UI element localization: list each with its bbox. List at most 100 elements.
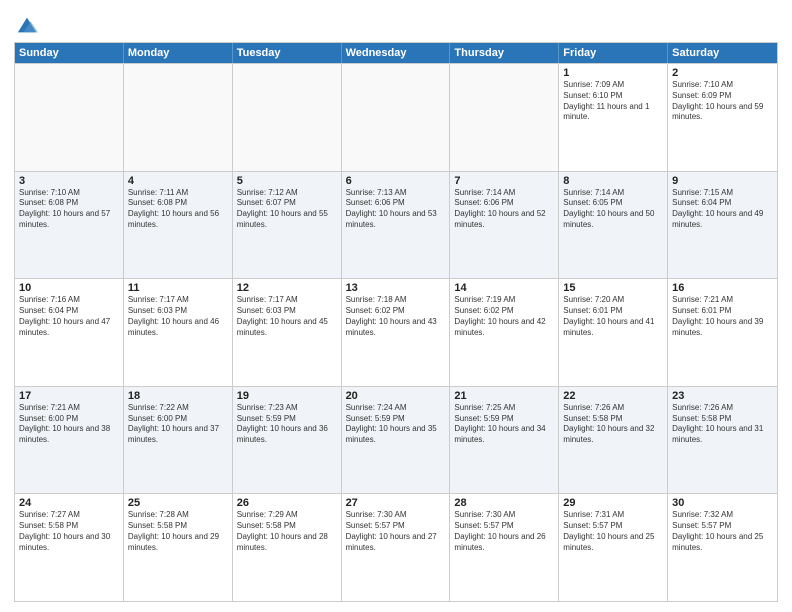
day-cell-1: 1Sunrise: 7:09 AM Sunset: 6:10 PM Daylig… xyxy=(559,64,668,171)
day-number-5: 5 xyxy=(237,175,337,187)
header xyxy=(14,10,778,36)
empty-cell-r0c4 xyxy=(450,64,559,171)
day-number-18: 18 xyxy=(128,390,228,402)
weekday-header-friday: Friday xyxy=(559,43,668,63)
day-number-20: 20 xyxy=(346,390,446,402)
day-info-19: Sunrise: 7:23 AM Sunset: 5:59 PM Dayligh… xyxy=(237,403,337,446)
day-info-1: Sunrise: 7:09 AM Sunset: 6:10 PM Dayligh… xyxy=(563,80,663,123)
day-cell-12: 12Sunrise: 7:17 AM Sunset: 6:03 PM Dayli… xyxy=(233,279,342,386)
day-info-18: Sunrise: 7:22 AM Sunset: 6:00 PM Dayligh… xyxy=(128,403,228,446)
day-cell-10: 10Sunrise: 7:16 AM Sunset: 6:04 PM Dayli… xyxy=(15,279,124,386)
day-info-15: Sunrise: 7:20 AM Sunset: 6:01 PM Dayligh… xyxy=(563,295,663,338)
day-number-9: 9 xyxy=(672,175,773,187)
day-cell-17: 17Sunrise: 7:21 AM Sunset: 6:00 PM Dayli… xyxy=(15,387,124,494)
day-number-7: 7 xyxy=(454,175,554,187)
day-info-7: Sunrise: 7:14 AM Sunset: 6:06 PM Dayligh… xyxy=(454,188,554,231)
day-info-4: Sunrise: 7:11 AM Sunset: 6:08 PM Dayligh… xyxy=(128,188,228,231)
day-info-25: Sunrise: 7:28 AM Sunset: 5:58 PM Dayligh… xyxy=(128,510,228,553)
calendar-header: SundayMondayTuesdayWednesdayThursdayFrid… xyxy=(15,43,777,63)
day-cell-6: 6Sunrise: 7:13 AM Sunset: 6:06 PM Daylig… xyxy=(342,172,451,279)
day-number-28: 28 xyxy=(454,497,554,509)
day-info-13: Sunrise: 7:18 AM Sunset: 6:02 PM Dayligh… xyxy=(346,295,446,338)
day-cell-20: 20Sunrise: 7:24 AM Sunset: 5:59 PM Dayli… xyxy=(342,387,451,494)
day-cell-5: 5Sunrise: 7:12 AM Sunset: 6:07 PM Daylig… xyxy=(233,172,342,279)
day-info-12: Sunrise: 7:17 AM Sunset: 6:03 PM Dayligh… xyxy=(237,295,337,338)
day-cell-13: 13Sunrise: 7:18 AM Sunset: 6:02 PM Dayli… xyxy=(342,279,451,386)
day-number-23: 23 xyxy=(672,390,773,402)
day-number-11: 11 xyxy=(128,282,228,294)
day-info-11: Sunrise: 7:17 AM Sunset: 6:03 PM Dayligh… xyxy=(128,295,228,338)
day-info-16: Sunrise: 7:21 AM Sunset: 6:01 PM Dayligh… xyxy=(672,295,773,338)
day-number-12: 12 xyxy=(237,282,337,294)
day-info-17: Sunrise: 7:21 AM Sunset: 6:00 PM Dayligh… xyxy=(19,403,119,446)
logo xyxy=(14,14,38,36)
calendar-row-4: 24Sunrise: 7:27 AM Sunset: 5:58 PM Dayli… xyxy=(15,493,777,601)
day-cell-3: 3Sunrise: 7:10 AM Sunset: 6:08 PM Daylig… xyxy=(15,172,124,279)
day-info-20: Sunrise: 7:24 AM Sunset: 5:59 PM Dayligh… xyxy=(346,403,446,446)
day-cell-30: 30Sunrise: 7:32 AM Sunset: 5:57 PM Dayli… xyxy=(668,494,777,601)
day-cell-24: 24Sunrise: 7:27 AM Sunset: 5:58 PM Dayli… xyxy=(15,494,124,601)
day-cell-29: 29Sunrise: 7:31 AM Sunset: 5:57 PM Dayli… xyxy=(559,494,668,601)
day-number-26: 26 xyxy=(237,497,337,509)
day-info-27: Sunrise: 7:30 AM Sunset: 5:57 PM Dayligh… xyxy=(346,510,446,553)
day-cell-21: 21Sunrise: 7:25 AM Sunset: 5:59 PM Dayli… xyxy=(450,387,559,494)
calendar-row-2: 10Sunrise: 7:16 AM Sunset: 6:04 PM Dayli… xyxy=(15,278,777,386)
day-number-1: 1 xyxy=(563,67,663,79)
day-number-29: 29 xyxy=(563,497,663,509)
empty-cell-r0c0 xyxy=(15,64,124,171)
day-number-24: 24 xyxy=(19,497,119,509)
empty-cell-r0c2 xyxy=(233,64,342,171)
day-info-28: Sunrise: 7:30 AM Sunset: 5:57 PM Dayligh… xyxy=(454,510,554,553)
day-number-14: 14 xyxy=(454,282,554,294)
weekday-header-sunday: Sunday xyxy=(15,43,124,63)
day-info-8: Sunrise: 7:14 AM Sunset: 6:05 PM Dayligh… xyxy=(563,188,663,231)
day-cell-19: 19Sunrise: 7:23 AM Sunset: 5:59 PM Dayli… xyxy=(233,387,342,494)
day-number-15: 15 xyxy=(563,282,663,294)
day-info-10: Sunrise: 7:16 AM Sunset: 6:04 PM Dayligh… xyxy=(19,295,119,338)
day-number-21: 21 xyxy=(454,390,554,402)
day-number-16: 16 xyxy=(672,282,773,294)
day-info-26: Sunrise: 7:29 AM Sunset: 5:58 PM Dayligh… xyxy=(237,510,337,553)
day-info-29: Sunrise: 7:31 AM Sunset: 5:57 PM Dayligh… xyxy=(563,510,663,553)
day-number-3: 3 xyxy=(19,175,119,187)
day-cell-11: 11Sunrise: 7:17 AM Sunset: 6:03 PM Dayli… xyxy=(124,279,233,386)
day-cell-22: 22Sunrise: 7:26 AM Sunset: 5:58 PM Dayli… xyxy=(559,387,668,494)
day-info-21: Sunrise: 7:25 AM Sunset: 5:59 PM Dayligh… xyxy=(454,403,554,446)
day-number-6: 6 xyxy=(346,175,446,187)
calendar-row-3: 17Sunrise: 7:21 AM Sunset: 6:00 PM Dayli… xyxy=(15,386,777,494)
day-info-14: Sunrise: 7:19 AM Sunset: 6:02 PM Dayligh… xyxy=(454,295,554,338)
day-cell-16: 16Sunrise: 7:21 AM Sunset: 6:01 PM Dayli… xyxy=(668,279,777,386)
day-info-9: Sunrise: 7:15 AM Sunset: 6:04 PM Dayligh… xyxy=(672,188,773,231)
page: SundayMondayTuesdayWednesdayThursdayFrid… xyxy=(0,0,792,612)
day-number-8: 8 xyxy=(563,175,663,187)
day-cell-15: 15Sunrise: 7:20 AM Sunset: 6:01 PM Dayli… xyxy=(559,279,668,386)
weekday-header-monday: Monday xyxy=(124,43,233,63)
day-cell-28: 28Sunrise: 7:30 AM Sunset: 5:57 PM Dayli… xyxy=(450,494,559,601)
day-number-30: 30 xyxy=(672,497,773,509)
day-info-6: Sunrise: 7:13 AM Sunset: 6:06 PM Dayligh… xyxy=(346,188,446,231)
empty-cell-r0c3 xyxy=(342,64,451,171)
day-number-25: 25 xyxy=(128,497,228,509)
day-cell-9: 9Sunrise: 7:15 AM Sunset: 6:04 PM Daylig… xyxy=(668,172,777,279)
day-info-2: Sunrise: 7:10 AM Sunset: 6:09 PM Dayligh… xyxy=(672,80,773,123)
day-number-27: 27 xyxy=(346,497,446,509)
day-cell-23: 23Sunrise: 7:26 AM Sunset: 5:58 PM Dayli… xyxy=(668,387,777,494)
calendar: SundayMondayTuesdayWednesdayThursdayFrid… xyxy=(14,42,778,602)
logo-icon xyxy=(16,14,38,36)
day-cell-18: 18Sunrise: 7:22 AM Sunset: 6:00 PM Dayli… xyxy=(124,387,233,494)
empty-cell-r0c1 xyxy=(124,64,233,171)
day-info-23: Sunrise: 7:26 AM Sunset: 5:58 PM Dayligh… xyxy=(672,403,773,446)
day-number-17: 17 xyxy=(19,390,119,402)
day-number-10: 10 xyxy=(19,282,119,294)
weekday-header-tuesday: Tuesday xyxy=(233,43,342,63)
day-number-19: 19 xyxy=(237,390,337,402)
day-number-4: 4 xyxy=(128,175,228,187)
day-info-30: Sunrise: 7:32 AM Sunset: 5:57 PM Dayligh… xyxy=(672,510,773,553)
day-cell-14: 14Sunrise: 7:19 AM Sunset: 6:02 PM Dayli… xyxy=(450,279,559,386)
calendar-row-0: 1Sunrise: 7:09 AM Sunset: 6:10 PM Daylig… xyxy=(15,63,777,171)
day-cell-8: 8Sunrise: 7:14 AM Sunset: 6:05 PM Daylig… xyxy=(559,172,668,279)
weekday-header-wednesday: Wednesday xyxy=(342,43,451,63)
day-cell-7: 7Sunrise: 7:14 AM Sunset: 6:06 PM Daylig… xyxy=(450,172,559,279)
day-info-3: Sunrise: 7:10 AM Sunset: 6:08 PM Dayligh… xyxy=(19,188,119,231)
day-number-13: 13 xyxy=(346,282,446,294)
